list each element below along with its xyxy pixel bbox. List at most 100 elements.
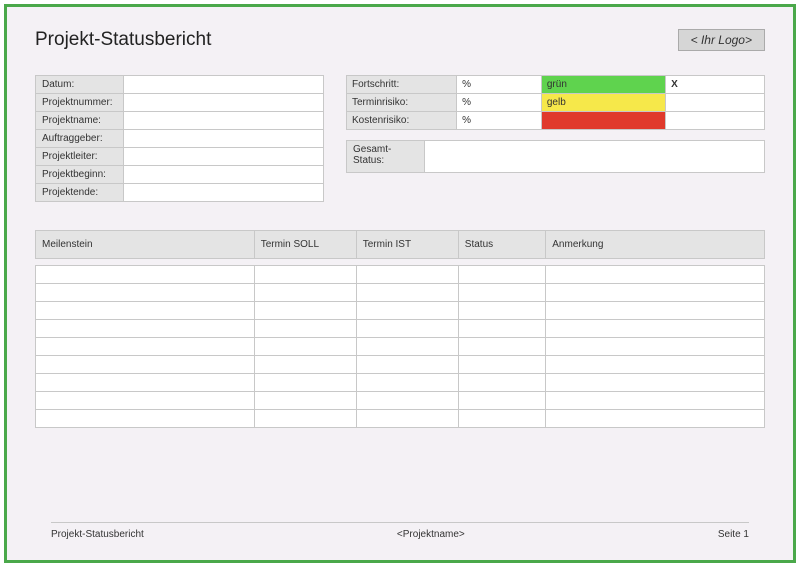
footer-center: <Projektname> <box>397 529 465 540</box>
table-cell[interactable] <box>254 374 356 392</box>
value-gesamtstatus[interactable] <box>425 141 765 173</box>
milestone-header-table: Meilenstein Termin SOLL Termin IST Statu… <box>35 230 765 259</box>
table-cell[interactable] <box>356 410 458 428</box>
table-cell[interactable] <box>254 320 356 338</box>
table-cell[interactable] <box>546 266 765 284</box>
table-cell[interactable] <box>458 338 545 356</box>
table-row <box>36 266 765 284</box>
risk-table: Fortschritt: % grün X Terminrisiko: % ge… <box>346 75 765 130</box>
value-projektbeginn[interactable] <box>124 166 324 184</box>
table-cell[interactable] <box>254 266 356 284</box>
table-cell[interactable] <box>36 320 255 338</box>
table-cell[interactable] <box>254 410 356 428</box>
label-projektleiter: Projektleiter: <box>36 148 124 166</box>
table-cell[interactable] <box>36 266 255 284</box>
label-auftraggeber: Auftraggeber: <box>36 130 124 148</box>
unit-fortschritt[interactable]: % <box>457 76 542 94</box>
row-auftraggeber: Auftraggeber: <box>36 130 324 148</box>
table-cell[interactable] <box>356 338 458 356</box>
mark-terminrisiko[interactable] <box>666 94 765 112</box>
document-frame: Projekt-Statusbericht < Ihr Logo> Datum:… <box>4 4 796 563</box>
label-fortschritt: Fortschritt: <box>347 76 457 94</box>
mark-fortschritt[interactable]: X <box>666 76 765 94</box>
table-row <box>36 302 765 320</box>
logo-placeholder: < Ihr Logo> <box>678 29 765 51</box>
table-cell[interactable] <box>546 356 765 374</box>
table-row <box>36 320 765 338</box>
table-cell[interactable] <box>458 320 545 338</box>
label-projektnummer: Projektnummer: <box>36 94 124 112</box>
table-cell[interactable] <box>36 302 255 320</box>
header-termin-ist: Termin IST <box>356 231 458 259</box>
header-anmerkung: Anmerkung <box>546 231 765 259</box>
label-gesamtstatus: Gesamt-Status: <box>347 141 425 173</box>
value-projektnummer[interactable] <box>124 94 324 112</box>
header-termin-soll: Termin SOLL <box>254 231 356 259</box>
table-cell[interactable] <box>458 410 545 428</box>
unit-terminrisiko[interactable]: % <box>457 94 542 112</box>
table-row <box>36 284 765 302</box>
table-cell[interactable] <box>458 284 545 302</box>
row-fortschritt: Fortschritt: % grün X <box>347 76 765 94</box>
value-datum[interactable] <box>124 76 324 94</box>
table-cell[interactable] <box>36 284 255 302</box>
table-cell[interactable] <box>36 338 255 356</box>
table-cell[interactable] <box>546 374 765 392</box>
table-cell[interactable] <box>546 302 765 320</box>
footer-left: Projekt-Statusbericht <box>51 529 144 540</box>
header-status: Status <box>458 231 545 259</box>
overall-status-table: Gesamt-Status: <box>346 140 765 173</box>
row-terminrisiko: Terminrisiko: % gelb <box>347 94 765 112</box>
table-cell[interactable] <box>458 302 545 320</box>
table-cell[interactable] <box>254 356 356 374</box>
row-projektname: Projektname: <box>36 112 324 130</box>
row-datum: Datum: <box>36 76 324 94</box>
table-cell[interactable] <box>36 410 255 428</box>
color-yellow-cell: gelb <box>541 94 665 112</box>
table-cell[interactable] <box>356 266 458 284</box>
color-green-cell: grün <box>541 76 665 94</box>
value-projektname[interactable] <box>124 112 324 130</box>
footer-row: Projekt-Statusbericht <Projektname> Seit… <box>51 522 749 540</box>
table-row <box>36 392 765 410</box>
value-projektleiter[interactable] <box>124 148 324 166</box>
table-cell[interactable] <box>458 392 545 410</box>
table-cell[interactable] <box>546 284 765 302</box>
table-cell[interactable] <box>36 392 255 410</box>
table-cell[interactable] <box>254 338 356 356</box>
table-cell[interactable] <box>254 284 356 302</box>
header-row: Projekt-Statusbericht < Ihr Logo> <box>35 29 765 51</box>
top-area: Datum: Projektnummer: Projektname: Auftr… <box>35 75 765 202</box>
value-auftraggeber[interactable] <box>124 130 324 148</box>
table-cell[interactable] <box>356 356 458 374</box>
row-projektbeginn: Projektbeginn: <box>36 166 324 184</box>
table-cell[interactable] <box>254 302 356 320</box>
table-cell[interactable] <box>458 356 545 374</box>
label-kostenrisiko: Kostenrisiko: <box>347 112 457 130</box>
row-projektnummer: Projektnummer: <box>36 94 324 112</box>
table-cell[interactable] <box>36 356 255 374</box>
table-cell[interactable] <box>356 284 458 302</box>
mark-kostenrisiko[interactable] <box>666 112 765 130</box>
label-projektbeginn: Projektbeginn: <box>36 166 124 184</box>
table-cell[interactable] <box>546 392 765 410</box>
unit-kostenrisiko[interactable]: % <box>457 112 542 130</box>
table-cell[interactable] <box>356 392 458 410</box>
table-row <box>36 374 765 392</box>
table-cell[interactable] <box>546 410 765 428</box>
label-projektende: Projektende: <box>36 184 124 202</box>
milestone-body-table <box>35 265 765 428</box>
footer-right: Seite 1 <box>718 529 749 540</box>
table-cell[interactable] <box>356 374 458 392</box>
color-red-cell: rot <box>541 112 665 130</box>
table-cell[interactable] <box>458 266 545 284</box>
table-cell[interactable] <box>546 320 765 338</box>
table-cell[interactable] <box>458 374 545 392</box>
table-cell[interactable] <box>356 302 458 320</box>
row-projektende: Projektende: <box>36 184 324 202</box>
table-cell[interactable] <box>254 392 356 410</box>
value-projektende[interactable] <box>124 184 324 202</box>
table-cell[interactable] <box>36 374 255 392</box>
table-cell[interactable] <box>356 320 458 338</box>
table-cell[interactable] <box>546 338 765 356</box>
